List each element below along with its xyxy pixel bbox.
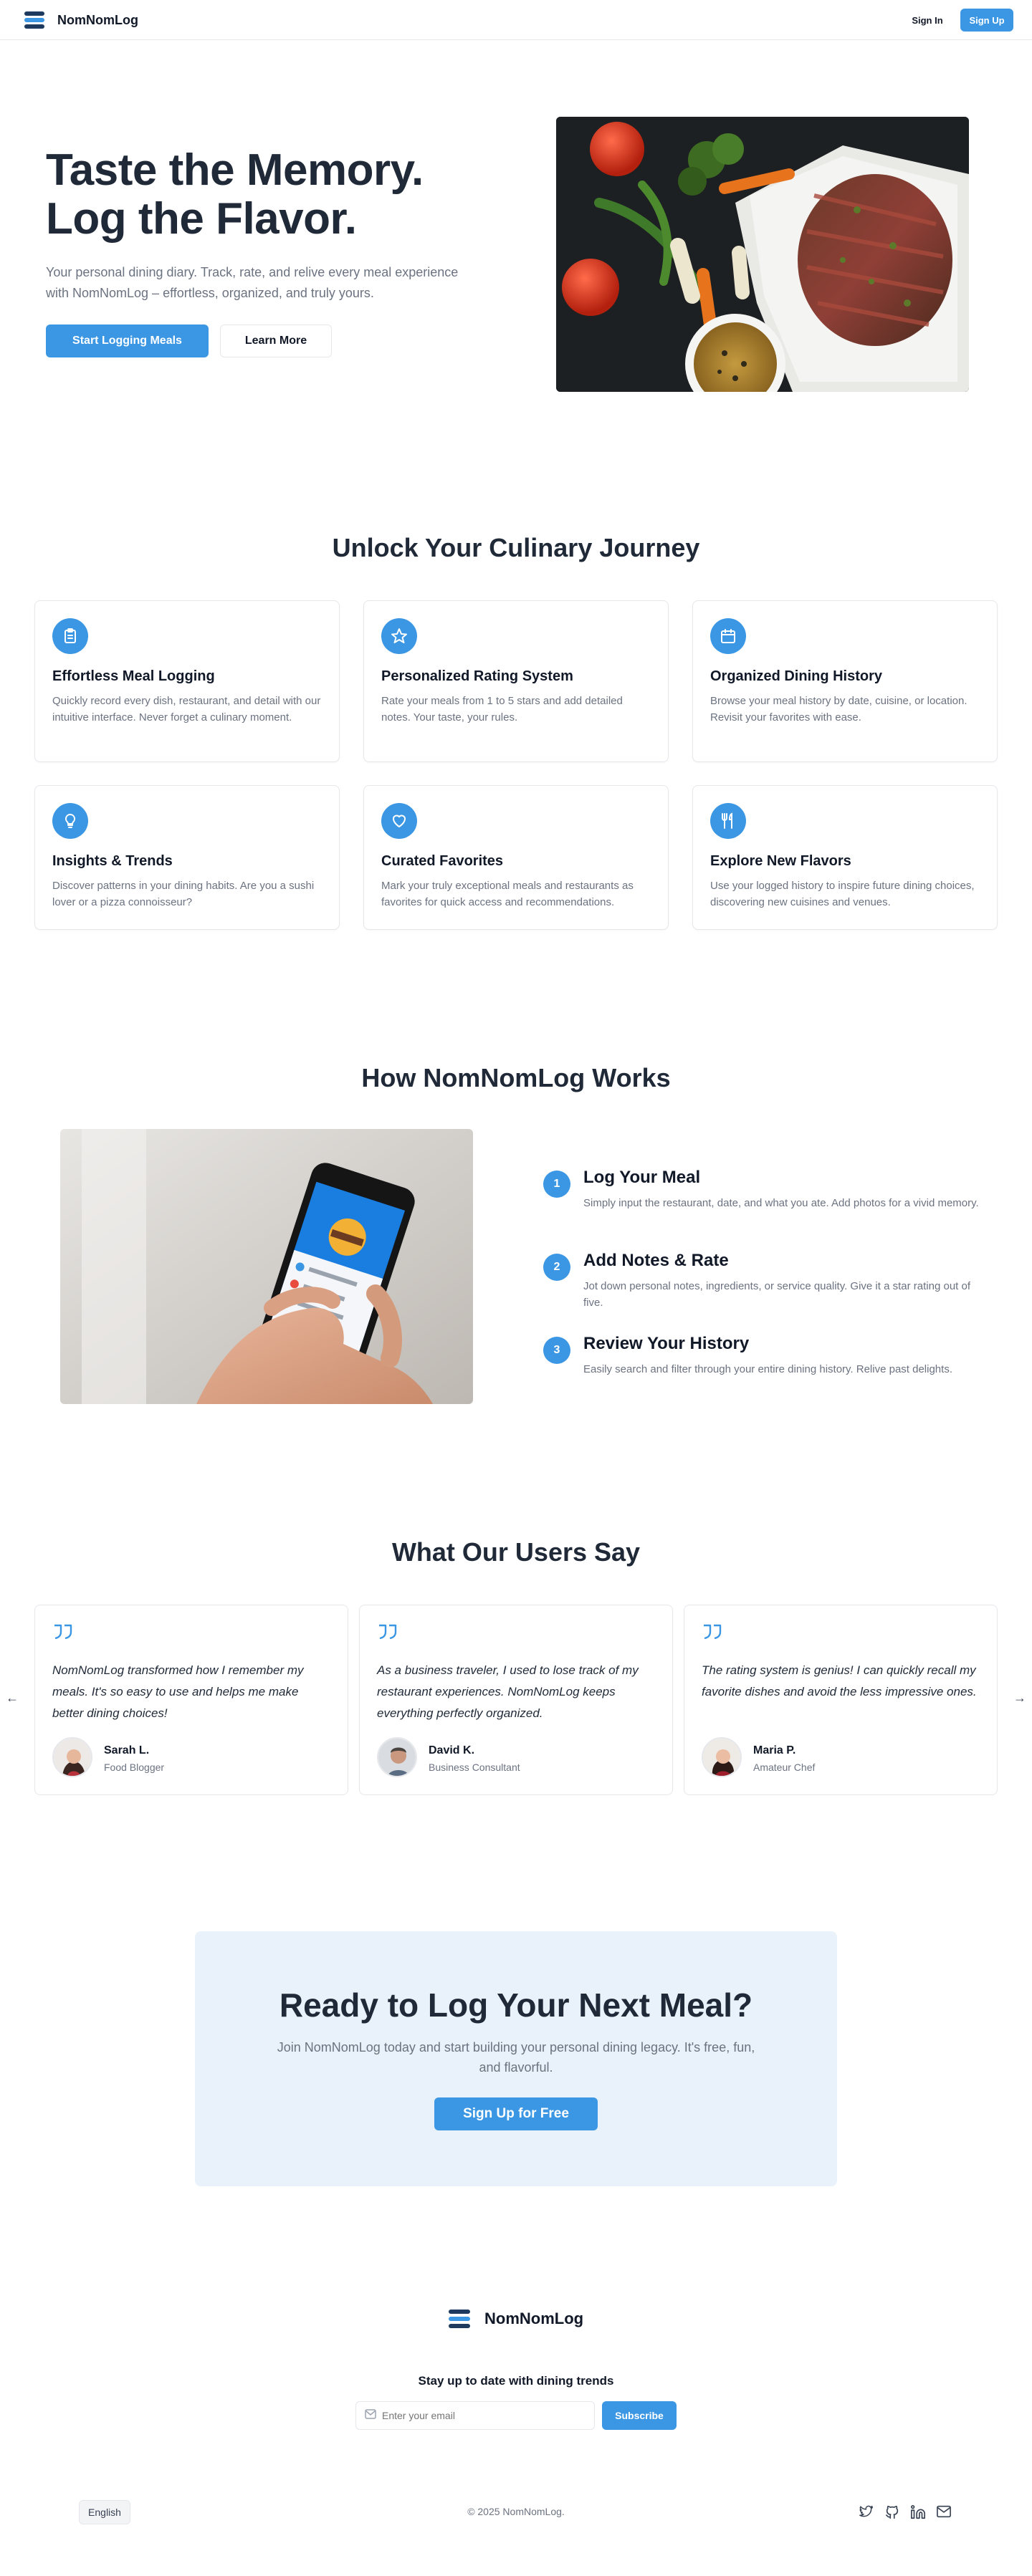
sign-up-free-button[interactable]: Sign Up for Free (434, 2097, 598, 2130)
hero-food-image (556, 117, 969, 392)
email-field[interactable] (355, 2401, 595, 2430)
how-heading: How NomNomLog Works (361, 1063, 671, 1092)
testimonial-quote: NomNomLog transformed how I remember my … (52, 1663, 304, 1720)
testimonial-role: Food Blogger (104, 1762, 165, 1773)
quote-icon (702, 1623, 723, 1645)
feature-card: Explore New Flavors Use your logged hist… (692, 785, 998, 930)
star-icon (381, 618, 417, 654)
step-description: Simply input the restaurant, date, and w… (583, 1197, 979, 1209)
feature-description: Discover patterns in your dining habits.… (52, 880, 315, 908)
mail-icon[interactable] (936, 2504, 952, 2522)
step-title: Review Your History (583, 1334, 750, 1353)
step-title: Log Your Meal (583, 1168, 701, 1187)
logo-icon (449, 2308, 470, 2330)
testimonial-quote: As a business traveler, I used to lose t… (377, 1663, 639, 1720)
mail-icon (365, 2408, 376, 2423)
avatar (52, 1737, 92, 1777)
feature-title: Insights & Trends (52, 853, 173, 869)
brand-name: NomNomLog (57, 12, 138, 27)
feature-title: Personalized Rating System (381, 668, 573, 684)
calendar-icon (710, 618, 746, 654)
feature-card: Organized Dining History Browse your mea… (692, 600, 998, 762)
testimonial-card: NomNomLog transformed how I remember my … (34, 1605, 348, 1795)
copyright: © 2025 NomNomLog. (467, 2506, 565, 2517)
cta-section: Ready to Log Your Next Meal? Join NomNom… (195, 1931, 837, 2186)
clipboard-icon (52, 618, 88, 654)
feature-title: Curated Favorites (381, 853, 504, 869)
linkedin-icon[interactable] (910, 2504, 926, 2524)
step-title: Add Notes & Rate (583, 1251, 729, 1270)
testimonial-card: The rating system is genius! I can quick… (684, 1605, 998, 1795)
feature-description: Mark your truly exceptional meals and re… (381, 880, 634, 908)
avatar (702, 1737, 742, 1777)
feature-card: Personalized Rating System Rate your mea… (363, 600, 669, 762)
logo-icon (24, 10, 44, 30)
feature-card: Insights & Trends Discover patterns in y… (34, 785, 340, 930)
features-heading: Unlock Your Culinary Journey (332, 533, 700, 562)
lightbulb-icon (52, 803, 88, 839)
feature-title: Organized Dining History (710, 668, 883, 684)
testimonial-name: Sarah L. (104, 1744, 150, 1756)
step-number: 2 (543, 1254, 570, 1281)
cta-subtitle: Join NomNomLog today and start building … (277, 2040, 755, 2075)
feature-card: Curated Favorites Mark your truly except… (363, 785, 669, 930)
heart-icon (381, 803, 417, 839)
quote-icon (52, 1623, 74, 1645)
feature-description: Rate your meals from 1 to 5 stars and ad… (381, 695, 623, 724)
testimonial-role: Amateur Chef (753, 1762, 816, 1773)
step-number: 3 (543, 1337, 570, 1364)
step-number: 1 (543, 1171, 570, 1198)
newsletter-title: Stay up to date with dining trends (418, 2374, 614, 2388)
feature-description: Browse your meal history by date, cuisin… (710, 695, 968, 724)
testimonial-name: Maria P. (753, 1744, 796, 1756)
feature-title: Explore New Flavors (710, 853, 851, 869)
feature-card: Effortless Meal Logging Quickly record e… (34, 600, 340, 762)
phone-app-image (60, 1129, 473, 1404)
twitter-icon[interactable] (859, 2504, 874, 2522)
footer-brand: NomNomLog (484, 2310, 584, 2327)
prev-arrow-icon[interactable]: ← (6, 1691, 19, 1706)
testimonials-heading: What Our Users Say (391, 1537, 641, 1567)
step-description: Jot down personal notes, ingredients, or… (583, 1280, 970, 1309)
hero-subtitle: Your personal dining diary. Track, rate,… (46, 265, 459, 300)
github-icon[interactable] (884, 2504, 900, 2524)
step-description: Easily search and filter through your en… (583, 1363, 952, 1375)
feature-description: Use your logged history to inspire futur… (710, 880, 975, 908)
footer-logo[interactable]: NomNomLog (449, 2308, 583, 2330)
logo[interactable]: NomNomLog (24, 10, 138, 30)
sign-up-button[interactable]: Sign Up (960, 9, 1013, 32)
cta-title: Ready to Log Your Next Meal? (279, 1986, 753, 2024)
sign-in-button[interactable]: Sign In (902, 9, 953, 32)
email-input[interactable] (382, 2410, 575, 2421)
next-arrow-icon[interactable]: → (1013, 1691, 1026, 1706)
feature-description: Quickly record every dish, restaurant, a… (52, 695, 321, 724)
testimonial-quote: The rating system is genius! I can quick… (702, 1663, 977, 1698)
avatar (377, 1737, 417, 1777)
feature-title: Effortless Meal Logging (52, 668, 215, 684)
testimonial-card: As a business traveler, I used to lose t… (359, 1605, 673, 1795)
start-logging-button[interactable]: Start Logging Meals (46, 325, 209, 357)
utensils-icon (710, 803, 746, 839)
subscribe-button[interactable]: Subscribe (602, 2401, 677, 2430)
testimonial-name: David K. (429, 1744, 475, 1756)
hero-title: Taste the Memory. Log the Flavor. (46, 145, 424, 244)
learn-more-button[interactable]: Learn More (220, 325, 332, 357)
testimonial-role: Business Consultant (429, 1762, 520, 1773)
quote-icon (377, 1623, 398, 1645)
site-header: NomNomLog Sign In Sign Up (0, 0, 1032, 40)
